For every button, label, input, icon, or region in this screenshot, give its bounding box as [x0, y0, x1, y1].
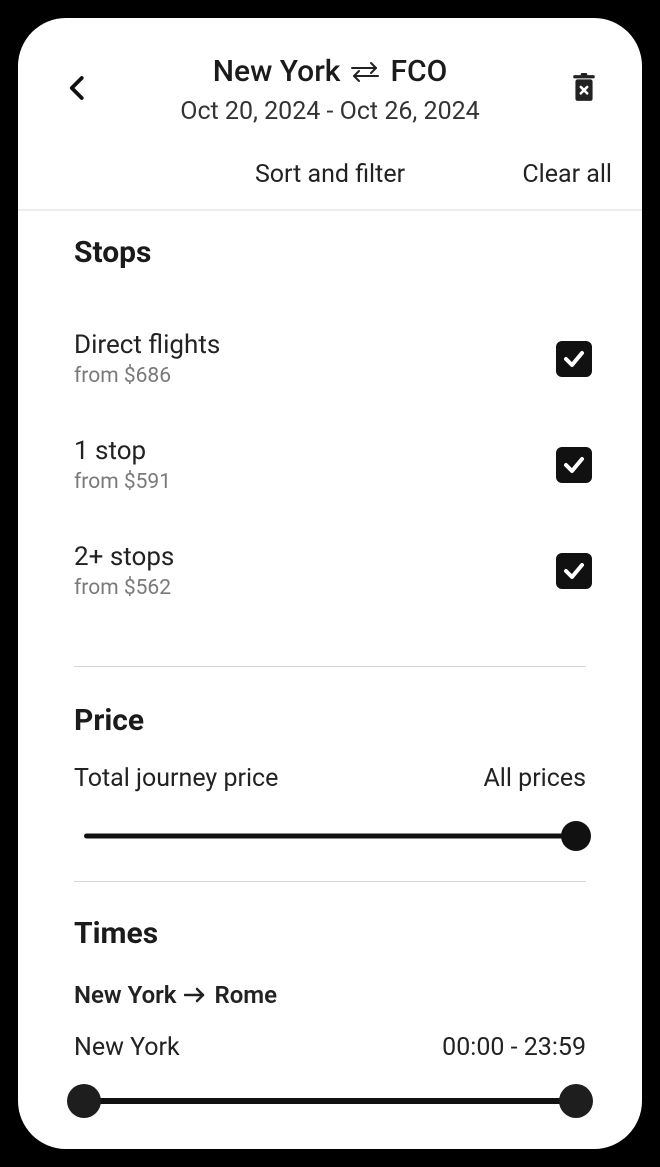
route-destination: FCO: [390, 54, 447, 89]
route-title: New York FCO: [46, 54, 614, 89]
trash-icon: [571, 73, 597, 103]
chevron-left-icon: [63, 73, 93, 103]
stop-option-1stop[interactable]: 1 stop from $591: [50, 412, 610, 518]
subheader-title: Sort and filter: [168, 160, 492, 189]
stop-option-2plus[interactable]: 2+ stops from $562: [50, 518, 610, 624]
price-slider-knob[interactable]: [561, 821, 591, 851]
times-range-slider[interactable]: [84, 1084, 576, 1118]
clear-all-button[interactable]: Clear all: [522, 160, 612, 189]
route-origin: New York: [213, 54, 341, 89]
arrow-right-icon: [184, 981, 206, 1009]
time-slider-knob-start[interactable]: [67, 1084, 101, 1118]
times-range-value: 00:00 - 23:59: [442, 1033, 586, 1062]
stop-label: 1 stop: [74, 436, 171, 466]
stop-option-direct[interactable]: Direct flights from $686: [50, 306, 610, 412]
delete-button[interactable]: [566, 70, 602, 106]
times-route-to: Rome: [214, 981, 277, 1009]
times-route: New York Rome: [50, 959, 610, 1009]
stops-list: Direct flights from $686 1 stop from $59…: [50, 278, 610, 648]
check-icon: [562, 453, 586, 477]
price-value: All prices: [483, 764, 586, 793]
times-leg-row: New York 00:00 - 23:59: [50, 1009, 610, 1062]
time-slider-knob-end[interactable]: [559, 1084, 593, 1118]
subheader: Sort and filter Clear all: [18, 126, 642, 211]
stop-checkbox-direct[interactable]: [556, 341, 592, 377]
stop-checkbox-1stop[interactable]: [556, 447, 592, 483]
stop-price: from $686: [74, 364, 220, 388]
stop-price: from $562: [74, 576, 174, 600]
price-slider[interactable]: [84, 821, 576, 851]
check-icon: [562, 559, 586, 583]
stop-checkbox-2plus[interactable]: [556, 553, 592, 589]
header: New York FCO Oct 20, 2024 - Oct 26, 2024: [18, 18, 642, 126]
times-leg-label: New York: [74, 1033, 180, 1062]
swap-icon: [350, 61, 380, 83]
stop-label: Direct flights: [74, 330, 220, 360]
back-button[interactable]: [58, 68, 98, 108]
route-dates: Oct 20, 2024 - Oct 26, 2024: [46, 97, 614, 126]
stops-section-title: Stops: [50, 211, 610, 278]
slider-track: [84, 1098, 576, 1104]
price-row: Total journey price All prices: [50, 746, 610, 793]
price-label: Total journey price: [74, 764, 278, 793]
stop-price: from $591: [74, 470, 171, 494]
price-section-title: Price: [50, 679, 610, 746]
check-icon: [562, 347, 586, 371]
stop-label: 2+ stops: [74, 542, 174, 572]
times-route-from: New York: [74, 981, 176, 1009]
slider-track: [84, 834, 576, 839]
times-section-title: Times: [50, 892, 610, 959]
